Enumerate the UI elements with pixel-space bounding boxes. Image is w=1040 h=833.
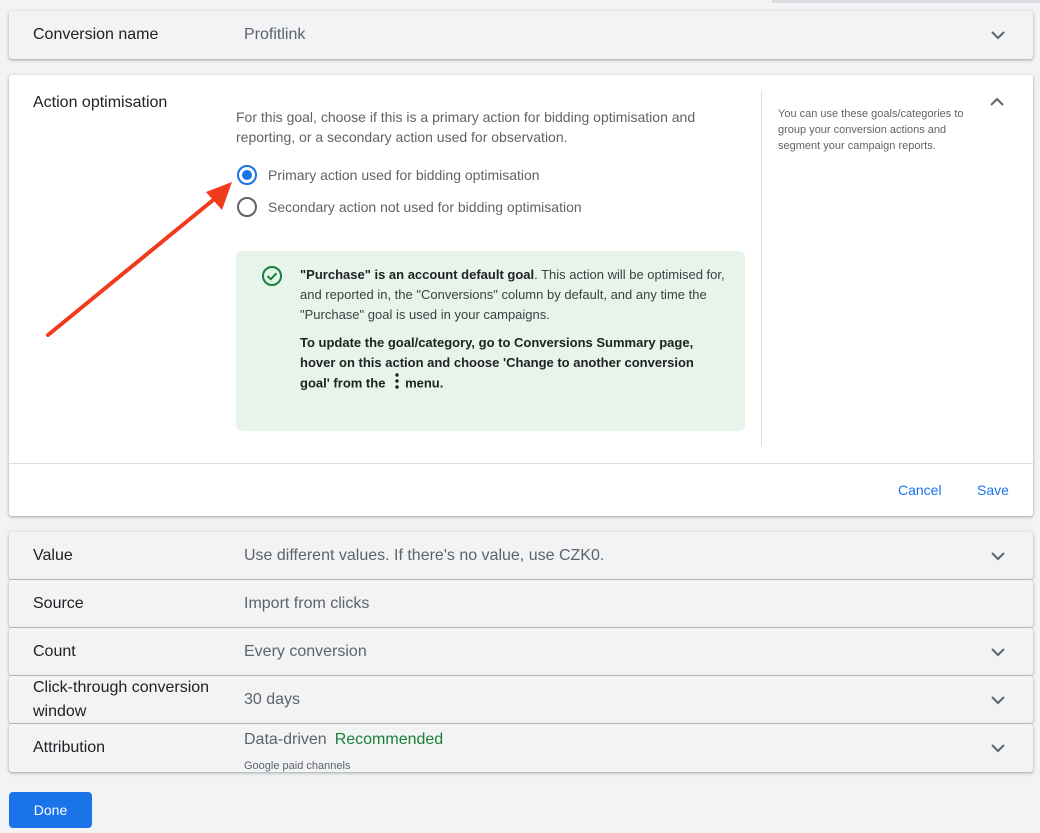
source-value: Import from clicks [244, 595, 370, 612]
value-label: Value [33, 547, 73, 564]
attribution-row[interactable]: Attribution Data-driven Recommended Googl… [9, 724, 1033, 772]
top-divider [772, 0, 1040, 3]
primary-action-label[interactable]: Primary action used for bidding optimisa… [268, 167, 540, 183]
chevron-down-icon[interactable] [989, 691, 1007, 709]
action-optimisation-label: Action optimisation [33, 94, 168, 111]
count-row[interactable]: Count Every conversion [9, 628, 1033, 675]
chevron-down-icon[interactable] [989, 739, 1007, 757]
panel-footer-divider [9, 463, 1033, 464]
chevron-down-icon[interactable] [989, 26, 1007, 44]
attribution-model: Data-driven [244, 731, 327, 748]
attribution-label: Attribution [33, 739, 106, 756]
secondary-action-radio[interactable] [237, 197, 257, 217]
primary-action-option[interactable]: Primary action used for bidding optimisa… [237, 165, 540, 185]
click-through-label-line1: Click-through conversion [33, 679, 210, 696]
count-label: Count [33, 643, 76, 660]
value-row[interactable]: Value Use different values. If there's n… [9, 532, 1033, 579]
click-through-value: 30 days [244, 691, 301, 708]
save-button[interactable]: Save [977, 480, 1009, 500]
notice-text: "Purchase" is an account default goal. T… [300, 265, 725, 395]
conversion-name-label: Conversion name [33, 26, 159, 43]
action-optimisation-panel: Action optimisation For this goal, choos… [9, 75, 1033, 516]
conversion-name-row[interactable]: Conversion name Profitlink [9, 11, 1033, 59]
chevron-up-icon[interactable] [988, 93, 1006, 111]
side-divider [761, 91, 762, 446]
notice-bold-lead: "Purchase" is an account default goal [300, 267, 535, 282]
value-value: Use different values. If there's no valu… [244, 547, 605, 564]
more-vert-icon [395, 373, 399, 395]
chevron-down-icon[interactable] [989, 643, 1007, 661]
check-circle-icon [261, 265, 283, 292]
click-through-label-line2: window [33, 703, 87, 720]
source-row: Source Import from clicks [9, 580, 1033, 627]
click-through-window-row[interactable]: Click-through conversion window 30 days [9, 676, 1033, 723]
cancel-button[interactable]: Cancel [898, 480, 942, 500]
done-button[interactable]: Done [9, 792, 92, 828]
click-through-label: Click-through conversion window [33, 676, 209, 724]
recommended-badge: Recommended [334, 731, 444, 748]
secondary-action-option[interactable]: Secondary action not used for bidding op… [237, 197, 582, 217]
action-optimisation-description: For this goal, choose if this is a prima… [236, 109, 696, 145]
chevron-down-icon[interactable] [989, 547, 1007, 565]
help-text: You can use these goals/categories to gr… [778, 108, 964, 152]
attribution-subtext: Google paid channels [244, 760, 351, 772]
conversion-name-value: Profitlink [244, 26, 306, 43]
default-goal-notice: "Purchase" is an account default goal. T… [236, 251, 745, 431]
source-label: Source [33, 595, 84, 612]
count-value: Every conversion [244, 643, 367, 660]
primary-action-radio[interactable] [237, 165, 257, 185]
secondary-action-label[interactable]: Secondary action not used for bidding op… [268, 199, 582, 215]
attribution-value: Data-driven Recommended [244, 728, 443, 752]
notice-menu-word: menu. [405, 375, 444, 391]
notice-instructions: To update the goal/category, go to Conve… [300, 335, 694, 391]
